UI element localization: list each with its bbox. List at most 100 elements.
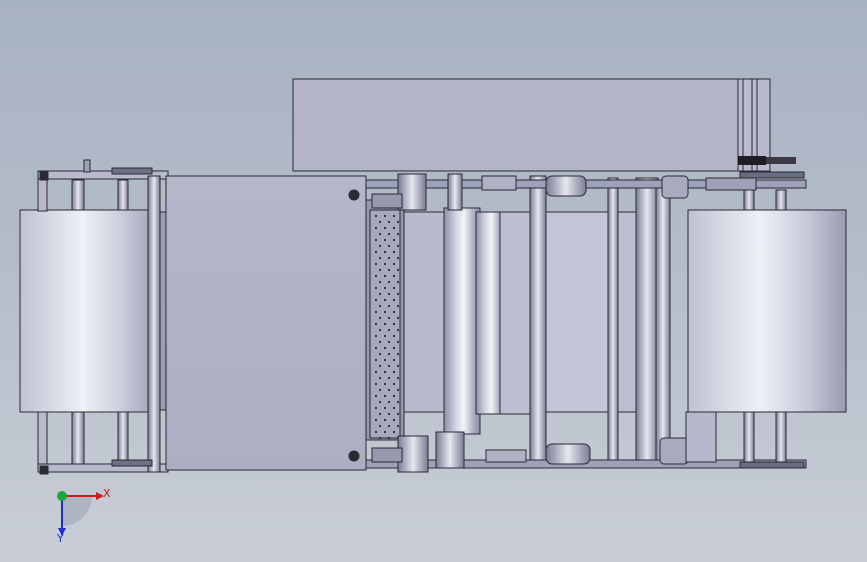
perforation-hole xyxy=(387,328,391,332)
perforation-hole xyxy=(396,280,400,284)
perforation-hole xyxy=(392,286,396,290)
perforation-hole xyxy=(374,370,378,374)
perforation-hole xyxy=(383,238,387,242)
perforation-hole xyxy=(387,412,391,416)
perforation-hole xyxy=(396,376,400,380)
perforation-hole xyxy=(383,406,387,410)
perforation-hole xyxy=(396,412,400,416)
perforation-hole xyxy=(383,298,387,302)
perforation-hole xyxy=(387,316,391,320)
top-rail xyxy=(348,171,807,211)
perforation-hole xyxy=(387,388,391,392)
perforation-hole xyxy=(396,364,400,368)
machine-model[interactable] xyxy=(0,0,867,562)
axis-y-label: Y xyxy=(57,532,64,545)
perforation-hole xyxy=(392,310,396,314)
perforation-hole xyxy=(383,358,387,362)
perforation-hole xyxy=(374,394,378,398)
perforation-hole xyxy=(392,250,396,254)
perforation-hole xyxy=(378,400,382,404)
perforation-hole xyxy=(383,346,387,350)
right-output-roll[interactable] xyxy=(687,209,847,413)
perforation-hole xyxy=(378,256,382,260)
perforation-hole xyxy=(374,418,378,422)
perforation-hole xyxy=(383,274,387,278)
perforation-hole xyxy=(387,364,391,368)
perforation-hole xyxy=(374,298,378,302)
perforation-hole xyxy=(387,400,391,404)
perforation-hole xyxy=(374,406,378,410)
perforation-hole xyxy=(374,382,378,386)
axis-x-label: X xyxy=(103,487,111,500)
perforation-hole xyxy=(392,346,396,350)
perforation-hole xyxy=(378,292,382,296)
perforation-hole xyxy=(374,346,378,350)
perforation-hole xyxy=(378,376,382,380)
perforation-hole xyxy=(383,310,387,314)
perforated-bar[interactable] xyxy=(365,199,447,441)
perforation-hole xyxy=(392,406,396,410)
perforation-hole xyxy=(396,400,400,404)
perforation-hole xyxy=(374,274,378,278)
cad-viewport[interactable]: X Y xyxy=(0,0,867,562)
perforation-hole xyxy=(378,388,382,392)
perforation-hole xyxy=(396,220,400,224)
perforation-hole xyxy=(392,358,396,362)
perforation-hole xyxy=(374,214,378,218)
perforation-hole xyxy=(378,220,382,224)
top-housing[interactable] xyxy=(292,78,796,172)
perforation-hole xyxy=(378,328,382,332)
perforation-hole xyxy=(378,364,382,368)
perforation-hole xyxy=(387,256,391,260)
perforation-hole xyxy=(396,340,400,344)
perforation-hole xyxy=(396,232,400,236)
perforation-hole xyxy=(396,292,400,296)
perforation-hole xyxy=(374,226,378,230)
perforation-hole xyxy=(396,316,400,320)
perforation-hole xyxy=(378,352,382,356)
perforation-hole xyxy=(383,250,387,254)
perforation-hole xyxy=(396,424,400,428)
perforation-hole xyxy=(387,340,391,344)
perforation-hole xyxy=(378,316,382,320)
perforation-hole xyxy=(383,370,387,374)
main-plate[interactable] xyxy=(165,175,367,471)
perforation-hole xyxy=(383,226,387,230)
perforation-hole xyxy=(387,220,391,224)
perforation-hole xyxy=(392,382,396,386)
perforation-hole xyxy=(383,430,387,434)
perforation-hole xyxy=(374,250,378,254)
mid-shafts[interactable] xyxy=(443,175,671,465)
perforation-hole xyxy=(374,238,378,242)
perforation-hole xyxy=(396,304,400,308)
perforation-hole xyxy=(387,304,391,308)
perforation-hole xyxy=(392,394,396,398)
perforation-hole xyxy=(383,322,387,326)
perforation-hole xyxy=(387,292,391,296)
perforation-hole xyxy=(392,262,396,266)
perforation-hole xyxy=(383,394,387,398)
perforation-hole xyxy=(396,244,400,248)
perforation-hole xyxy=(374,286,378,290)
perforation-hole xyxy=(374,430,378,434)
perforation-hole xyxy=(392,274,396,278)
perforation-hole xyxy=(383,382,387,386)
perforation-hole xyxy=(378,280,382,284)
perforation-hole xyxy=(392,430,396,434)
perforation-hole xyxy=(378,412,382,416)
perforation-hole xyxy=(387,280,391,284)
perforation-hole xyxy=(374,322,378,326)
perforation-hole xyxy=(378,232,382,236)
perforation-hole xyxy=(387,352,391,356)
perforation-hole xyxy=(392,322,396,326)
perforation-hole xyxy=(374,358,378,362)
perforation-hole xyxy=(392,418,396,422)
perforation-hole xyxy=(378,340,382,344)
perforation-hole xyxy=(396,352,400,356)
perforation-hole xyxy=(392,370,396,374)
perforation-hole xyxy=(392,334,396,338)
perforation-hole xyxy=(392,226,396,230)
perforation-hole xyxy=(387,436,391,440)
perforation-hole xyxy=(378,304,382,308)
perforation-hole xyxy=(387,424,391,428)
